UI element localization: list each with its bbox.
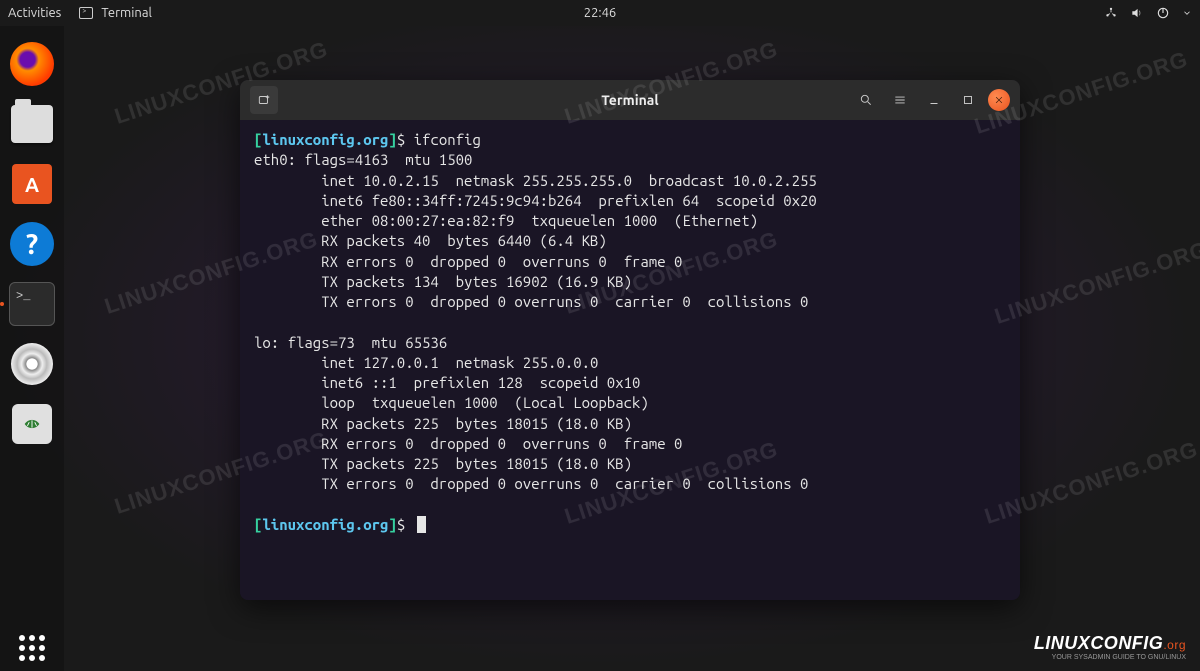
minimize-button[interactable] [920,86,948,114]
search-button[interactable] [852,86,880,114]
minimize-icon [927,93,941,107]
dock-terminal[interactable] [8,280,56,328]
active-app-indicator[interactable]: Terminal [79,6,152,20]
trash-icon [12,404,52,444]
terminal-window: Terminal [linuxconfig.org]$ ifconfig eth… [240,80,1020,600]
files-icon [11,105,53,143]
network-icon [1104,6,1118,20]
terminal-output[interactable]: [linuxconfig.org]$ ifconfig eth0: flags=… [240,120,1020,600]
terminal-titlebar[interactable]: Terminal [240,80,1020,120]
activities-button[interactable]: Activities [8,6,61,20]
dock-trash[interactable] [8,400,56,448]
top-panel: Activities Terminal 22:46 [0,0,1200,26]
menu-button[interactable] [886,86,914,114]
show-applications-button[interactable] [19,635,45,661]
chevron-down-icon [1182,8,1192,18]
firefox-icon [10,42,54,86]
close-button[interactable] [988,89,1010,111]
maximize-button[interactable] [954,86,982,114]
dock: ? [0,26,64,671]
power-icon [1156,6,1170,20]
dock-software[interactable] [8,160,56,208]
terminal-icon [9,282,55,326]
clock[interactable]: 22:46 [584,6,617,20]
help-icon: ? [10,222,54,266]
system-tray[interactable] [1104,6,1192,20]
hamburger-icon [893,93,907,107]
dock-disc[interactable] [8,340,56,388]
terminal-icon [79,7,93,19]
dock-firefox[interactable] [8,40,56,88]
terminal-title: Terminal [601,92,658,108]
dock-help[interactable]: ? [8,220,56,268]
dock-files[interactable] [8,100,56,148]
software-center-icon [12,164,52,204]
disc-icon [11,343,53,385]
linuxconfig-logo: LINUXCONFIG.org YOUR SYSADMIN GUIDE TO G… [1034,633,1186,661]
active-app-name: Terminal [101,6,152,20]
new-tab-button[interactable] [250,86,278,114]
new-tab-icon [257,93,271,107]
search-icon [859,93,873,107]
volume-icon [1130,6,1144,20]
maximize-icon [961,93,975,107]
close-icon [994,95,1004,105]
